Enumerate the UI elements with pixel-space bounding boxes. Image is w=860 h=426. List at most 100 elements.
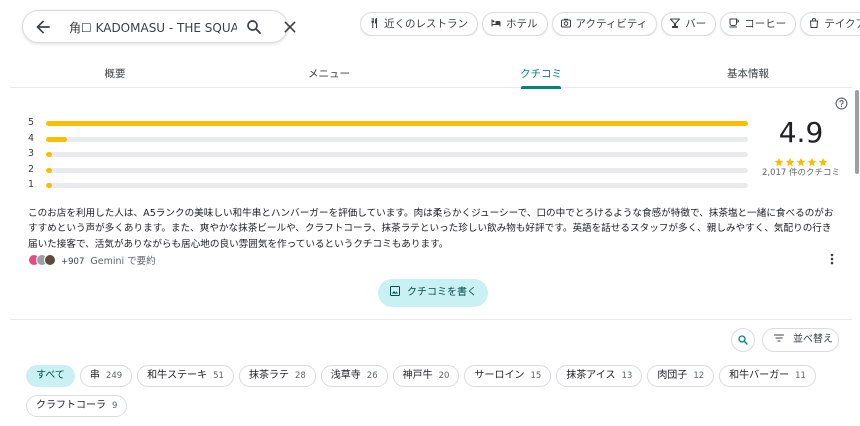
topic-chip-count: 9 <box>112 401 118 411</box>
topic-chip[interactable]: 和牛ステーキ 51 <box>137 365 234 387</box>
average-rating: 4.9 <box>778 116 824 149</box>
topic-chip-count: 12 <box>693 371 705 381</box>
topic-chip-label: すべて <box>36 370 65 381</box>
bag-icon <box>808 17 820 29</box>
scrollbar-thumb[interactable] <box>855 90 859 174</box>
rating-bar-fill <box>46 167 52 173</box>
topic-chip-count: 28 <box>294 371 306 381</box>
search-icon <box>738 335 748 345</box>
rating-bar-row[interactable]: 3 <box>28 149 748 165</box>
chip-activities[interactable]: アクティビティ <box>551 12 658 36</box>
topic-chip[interactable]: すべて <box>26 365 75 387</box>
tab-reviews[interactable]: クチコミ <box>438 58 644 89</box>
search-box[interactable]: 角☐ KADOMASU - THE SQUA <box>22 10 296 43</box>
review-topic-chips: すべて 串 249 和牛ステーキ 51 抹茶ラテ 28 浅草寺 26 神戸牛 20 サーロイン 15 抹茶… <box>26 365 826 425</box>
back-arrow-icon[interactable] <box>33 17 53 37</box>
star-rating <box>758 152 844 167</box>
rating-bar-fill <box>46 183 52 188</box>
rating-bar-track <box>46 183 748 188</box>
topic-chip-label: 抹茶ラテ <box>248 370 289 381</box>
topic-chip[interactable]: 肉団子 12 <box>647 365 715 387</box>
coffee-icon <box>728 17 740 29</box>
rating-bar-track <box>46 167 748 173</box>
rating-level-label: 5 <box>28 117 35 128</box>
rating-bar-fill <box>46 121 748 126</box>
review-count[interactable]: 2,017 件のクチコミ <box>758 166 844 178</box>
tab-menu[interactable]: メニュー <box>220 58 438 88</box>
review-summary-text: このお店を利用した人は、A5ランクの美味しい和牛串とハンバーガーを評価しています… <box>28 208 834 250</box>
sort-icon <box>773 334 785 342</box>
sort-button[interactable]: 並べ替え <box>762 328 839 352</box>
tab-about[interactable]: 基本情報 <box>644 58 852 88</box>
topic-chip-label: 神戸牛 <box>402 370 433 381</box>
topic-chip-label: 抹茶アイス <box>566 370 616 381</box>
bed-icon <box>490 17 502 29</box>
rating-bar-row[interactable]: 1 <box>28 180 748 196</box>
chip-coffee[interactable]: コーヒー <box>720 12 797 36</box>
chip-bars[interactable]: バー <box>661 12 717 36</box>
chip-hotels[interactable]: ホテル <box>482 12 548 36</box>
search-query[interactable]: 角☐ KADOMASU - THE SQUA <box>69 19 237 36</box>
rating-breakdown: 5 4 3 2 1 <box>28 118 748 196</box>
camera-icon <box>560 17 572 29</box>
topic-chip-label: 和牛バーガー <box>729 370 790 381</box>
topic-chip[interactable]: 抹茶アイス 13 <box>556 365 643 387</box>
reviewer-extra-count: +907 <box>61 257 85 267</box>
topic-chip-count: 15 <box>530 371 542 381</box>
topic-chip-label: 浅草寺 <box>330 370 361 381</box>
topic-chip[interactable]: 抹茶ラテ 28 <box>238 365 316 387</box>
topic-chip-count: 20 <box>438 371 450 381</box>
place-reviews-panel: 角☐ KADOMASU - THE SQUA 近くのレストラン ホテル アクティ… <box>0 0 860 426</box>
chip-takeout[interactable]: テイクアウト <box>800 12 860 36</box>
summary-source: Gemini で要約 <box>90 256 156 267</box>
rating-level-label: 1 <box>28 179 35 190</box>
topic-chip-label: 肉団子 <box>657 370 688 381</box>
rating-bar-row[interactable]: 5 <box>28 118 748 134</box>
rating-bar-fill <box>46 152 52 157</box>
topic-chip[interactable]: 和牛バーガー 11 <box>719 365 816 387</box>
summary-attribution: +907 Gemini で要約 <box>28 253 156 267</box>
rating-level-label: 3 <box>28 148 35 159</box>
search-reviews-button[interactable] <box>731 328 755 352</box>
topic-chip[interactable]: クラフトコーラ 9 <box>26 395 128 417</box>
topic-chip-label: クラフトコーラ <box>36 400 106 411</box>
section-divider <box>10 319 852 320</box>
reviewer-avatars <box>28 254 64 266</box>
topic-chip[interactable]: 神戸牛 20 <box>392 365 460 387</box>
topic-chip-count: 249 <box>105 371 123 381</box>
topic-chip-count: 26 <box>366 371 378 381</box>
help-icon[interactable] <box>835 97 848 110</box>
tab-bar: 概要 メニュー クチコミ 基本情報 <box>10 58 852 89</box>
topic-chip[interactable]: 串 249 <box>79 365 133 387</box>
topic-chip[interactable]: 浅草寺 26 <box>320 365 388 387</box>
rating-level-label: 2 <box>28 163 35 175</box>
avatar <box>44 254 56 266</box>
topic-chip-label: サーロイン <box>474 370 525 381</box>
rating-bar-row[interactable]: 2 <box>28 163 748 181</box>
cocktail-icon <box>669 17 681 29</box>
topic-chip[interactable]: サーロイン 15 <box>464 365 552 387</box>
category-chips: 近くのレストラン ホテル アクティビティ バー コーヒー テイクアウト <box>360 12 860 36</box>
more-vert-icon[interactable] <box>829 252 835 266</box>
add-photo-icon <box>390 286 400 296</box>
write-review-button[interactable]: クチコミを書く <box>378 279 488 307</box>
rating-bar-track <box>46 136 748 142</box>
topic-chip-label: 串 <box>89 370 100 381</box>
tab-overview[interactable]: 概要 <box>10 58 220 88</box>
rating-summary: 4.9 2,017 件のクチコミ <box>758 116 844 179</box>
topic-chip-count: 11 <box>795 371 806 381</box>
fork-knife-icon <box>368 17 380 29</box>
search-icon[interactable] <box>245 18 263 36</box>
rating-bar-row[interactable]: 4 <box>28 132 748 150</box>
active-tab-indicator <box>521 86 561 89</box>
rating-bar-fill <box>46 136 68 142</box>
close-icon[interactable] <box>282 19 298 35</box>
scrollbar[interactable] <box>853 58 860 426</box>
topic-chip-count: 51 <box>213 371 224 381</box>
topic-chip-count: 13 <box>621 371 633 381</box>
rating-bar-track <box>46 152 748 157</box>
rating-level-label: 4 <box>28 132 35 144</box>
rating-bar-track <box>46 121 748 126</box>
topic-chip-label: 和牛ステーキ <box>147 370 208 381</box>
chip-restaurants[interactable]: 近くのレストラン <box>360 12 478 36</box>
